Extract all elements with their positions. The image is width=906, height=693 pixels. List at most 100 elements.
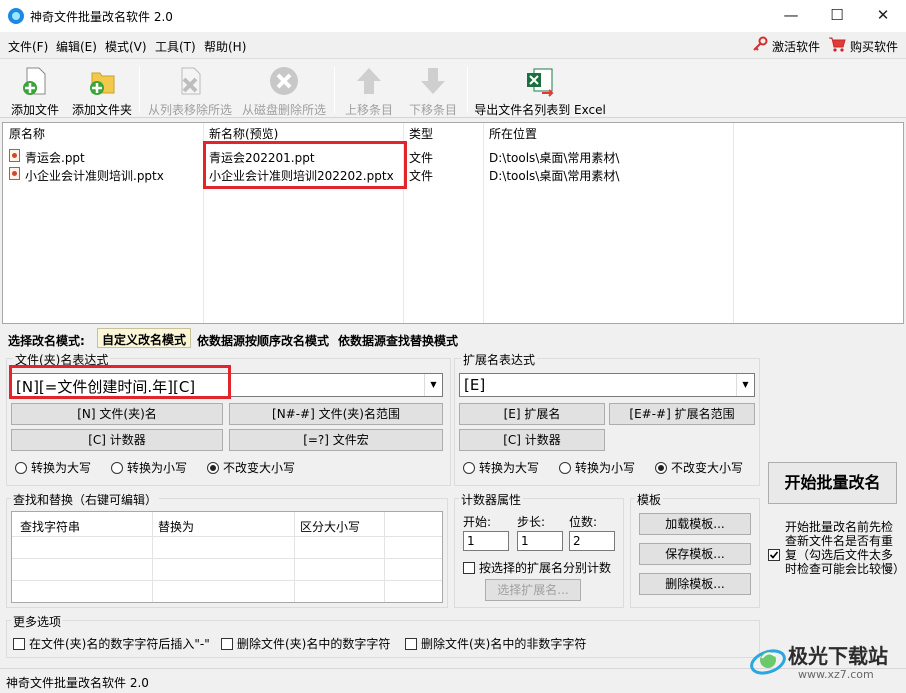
insert-dash-checkbox[interactable]: 在文件(夹)名的数字字符后插入"-" <box>13 635 210 652</box>
location-cell: D:\tools\桌面\常用素材\ <box>489 151 620 165</box>
ext-uppercase-radio[interactable]: 转换为大写 <box>463 459 539 476</box>
count-per-extension-checkbox[interactable]: 按选择的扩展名分别计数 <box>463 559 611 576</box>
column-new-name[interactable]: 新名称(预览) <box>209 125 278 142</box>
name-uppercase-radio[interactable]: 转换为大写 <box>15 459 91 476</box>
highlight-box <box>9 365 231 399</box>
insert-extension-button[interactable]: [E] 扩展名 <box>459 403 605 425</box>
start-rename-button[interactable]: 开始批量改名 <box>768 462 897 504</box>
menu-tools[interactable]: 工具(T) <box>155 38 196 55</box>
watermark: 极光下载站 www.xz7.com <box>748 636 904 690</box>
delete-icon <box>268 65 300 97</box>
toolbar-divider <box>334 67 335 113</box>
more-options-group: 更多选项 在文件(夹)名的数字字符后插入"-" 删除文件(夹)名中的数字字符 删… <box>6 613 760 658</box>
counter-step-input[interactable]: 1 <box>517 531 563 551</box>
minimize-button[interactable]: — <box>768 0 814 32</box>
watermark-text: 极光下载站 <box>788 644 888 668</box>
column-replace-with[interactable]: 替换为 <box>158 518 194 535</box>
menu-mode[interactable]: 模式(V) <box>105 38 147 55</box>
remove-from-list-label: 从列表移除所选 <box>147 103 232 117</box>
insert-counter-button[interactable]: [C] 计数器 <box>11 429 223 451</box>
checkbox-box <box>463 562 475 574</box>
cart-icon <box>829 37 846 52</box>
key-icon <box>753 36 768 51</box>
menu-help[interactable]: 帮助(H) <box>204 38 246 55</box>
tab-custom-mode[interactable]: 自定义改名模式 <box>97 328 192 348</box>
aurora-logo-icon <box>750 649 786 675</box>
tab-find-replace-mode[interactable]: 依数据源查找替换模式 <box>338 332 458 349</box>
insert-macro-button[interactable]: [=?] 文件宏 <box>229 429 443 451</box>
ext-keepcase-radio[interactable]: 不改变大小写 <box>655 459 743 476</box>
type-cell: 文件 <box>409 169 434 183</box>
move-up-button[interactable]: 上移条目 <box>340 63 398 117</box>
extension-expression-title: 扩展名表达式 <box>461 351 538 368</box>
choose-extension-button[interactable]: 选择扩展名... <box>485 579 581 601</box>
export-excel-button[interactable]: 导出文件名列表到 Excel <box>474 63 606 117</box>
excel-icon <box>524 65 556 97</box>
column-divider <box>152 512 153 602</box>
table-row[interactable]: 小企业会计准则培训.pptx 小企业会计准则培训202202.pptx 文件 D… <box>3 165 903 183</box>
column-case-sensitive[interactable]: 区分大小写 <box>300 518 360 535</box>
insert-ext-counter-button[interactable]: [C] 计数器 <box>459 429 605 451</box>
find-replace-group: 查找和替换（右键可编辑） 查找字符串 替换为 区分大小写 <box>6 491 448 608</box>
column-type[interactable]: 类型 <box>409 125 433 142</box>
pptx-file-icon <box>9 167 20 180</box>
extension-expression-value: [E] <box>464 376 486 394</box>
close-button[interactable]: ✕ <box>860 0 906 32</box>
extension-expression-combo[interactable]: [E] ▼ <box>459 373 755 397</box>
location-cell: D:\tools\桌面\常用素材\ <box>489 169 620 183</box>
counter-step-label: 步长: <box>517 515 546 529</box>
table-row[interactable]: 青运会.ppt 青运会202201.ppt 文件 D:\tools\桌面\常用素… <box>3 147 903 165</box>
chevron-down-icon[interactable]: ▼ <box>424 374 442 396</box>
status-text: 神奇文件批量改名软件 2.0 <box>6 676 149 690</box>
mode-label: 选择改名模式: <box>8 334 85 348</box>
counter-title: 计数器属性 <box>459 491 524 508</box>
chevron-down-icon[interactable]: ▼ <box>736 374 754 396</box>
find-replace-table[interactable]: 查找字符串 替换为 区分大小写 <box>11 511 443 603</box>
check-duplicates-checkbox[interactable] <box>768 549 780 561</box>
save-template-button[interactable]: 保存模板... <box>639 543 751 565</box>
watermark-url: www.xz7.com <box>798 668 874 681</box>
maximize-button[interactable]: ☐ <box>814 0 860 32</box>
toolbar-divider <box>139 67 140 113</box>
counter-digits-label: 位数: <box>569 515 598 529</box>
radio-circle <box>111 462 123 474</box>
ext-lowercase-radio[interactable]: 转换为小写 <box>559 459 635 476</box>
insert-name-button[interactable]: [N] 文件(夹)名 <box>11 403 223 425</box>
template-group: 模板 加载模板... 保存模板... 删除模板... <box>630 491 760 608</box>
menu-file[interactable]: 文件(F) <box>8 38 48 55</box>
add-folder-label: 添加文件夹 <box>71 103 132 117</box>
tab-sequential-mode[interactable]: 依数据源按顺序改名模式 <box>197 332 329 349</box>
add-file-label: 添加文件 <box>10 103 59 117</box>
insert-extension-range-button[interactable]: [E#-#] 扩展名范围 <box>609 403 755 425</box>
column-location[interactable]: 所在位置 <box>489 125 537 142</box>
file-list[interactable]: 原名称 新名称(预览) 类型 所在位置 青运会.ppt 青运会202201.pp… <box>2 122 904 324</box>
column-find-string[interactable]: 查找字符串 <box>20 518 80 535</box>
row-divider <box>12 580 442 581</box>
menu-edit[interactable]: 编辑(E) <box>56 38 97 55</box>
name-keepcase-radio[interactable]: 不改变大小写 <box>207 459 295 476</box>
add-folder-button[interactable]: 添加文件夹 <box>70 63 134 117</box>
name-lowercase-radio[interactable]: 转换为小写 <box>111 459 187 476</box>
move-down-button[interactable]: 下移条目 <box>404 63 462 117</box>
remove-icon <box>174 65 206 97</box>
counter-start-input[interactable]: 1 <box>463 531 509 551</box>
add-folder-icon <box>86 65 118 97</box>
move-up-label: 上移条目 <box>344 103 393 117</box>
arrow-down-icon <box>417 65 449 97</box>
counter-digits-input[interactable]: 2 <box>569 531 615 551</box>
delete-template-button[interactable]: 删除模板... <box>639 573 751 595</box>
remove-from-list-button[interactable]: 从列表移除所选 <box>144 63 236 117</box>
load-template-button[interactable]: 加载模板... <box>639 513 751 535</box>
radio-circle <box>15 462 27 474</box>
app-icon <box>8 8 24 24</box>
ppt-file-icon <box>9 149 20 162</box>
insert-name-range-button[interactable]: [N#-#] 文件(夹)名范围 <box>229 403 443 425</box>
delete-digits-checkbox[interactable]: 删除文件(夹)名中的数字字符 <box>221 635 390 652</box>
delete-from-disk-button[interactable]: 从磁盘删除所选 <box>238 63 330 117</box>
move-down-label: 下移条目 <box>408 103 457 117</box>
column-original-name[interactable]: 原名称 <box>9 125 45 142</box>
original-name-cell: 青运会.ppt <box>25 151 85 165</box>
activate-label: 激活软件 <box>772 40 821 54</box>
delete-nondigits-checkbox[interactable]: 删除文件(夹)名中的非数字字符 <box>405 635 586 652</box>
add-file-button[interactable]: 添加文件 <box>4 63 66 117</box>
